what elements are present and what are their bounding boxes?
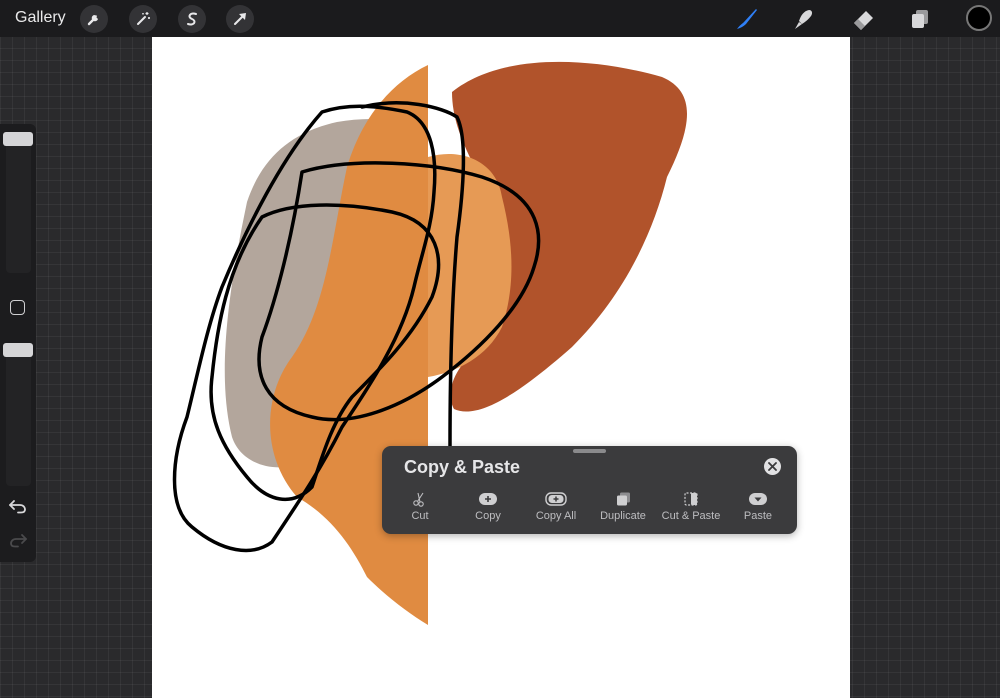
wrench-icon — [87, 15, 98, 26]
artwork — [172, 61, 687, 625]
duplicate-icon — [617, 492, 630, 506]
cut-and-paste-label: Cut & Paste — [661, 510, 721, 522]
smudge-icon — [795, 10, 813, 29]
eraser-tool-button[interactable] — [848, 4, 878, 34]
smudge-tool-button[interactable] — [788, 4, 818, 34]
layers-tool-button[interactable] — [905, 4, 935, 34]
left-sidebar — [0, 124, 36, 562]
plus-square-icon — [545, 492, 567, 506]
paste-down-icon — [749, 493, 767, 505]
adjustments-tool-button[interactable] — [129, 5, 157, 33]
copy-all-label: Copy All — [535, 510, 577, 522]
copy-paste-panel: Copy & Paste Cut Copy Copy All Duplicate… — [382, 446, 797, 534]
arrow-cursor-icon — [234, 13, 246, 25]
brush-size-slider[interactable] — [6, 138, 31, 273]
undo-icon — [9, 500, 26, 514]
modifier-square-button[interactable] — [10, 300, 25, 315]
close-panel-button[interactable] — [764, 458, 781, 475]
undo-button[interactable] — [8, 498, 28, 514]
top-toolbar: Gallery — [0, 0, 1000, 37]
opacity-slider-thumb[interactable] — [3, 343, 33, 357]
copy-all-button[interactable]: Copy All — [521, 490, 591, 530]
drawing-canvas[interactable] — [152, 37, 850, 698]
cut-label: Cut — [411, 510, 429, 522]
scissors-icon — [413, 492, 424, 507]
color-picker-button[interactable] — [966, 5, 992, 31]
paste-label: Paste — [743, 510, 773, 522]
gallery-button[interactable]: Gallery — [15, 9, 66, 27]
panel-title: Copy & Paste — [404, 457, 521, 477]
cut-paste-icon — [684, 492, 698, 506]
copy-button[interactable]: Copy — [453, 490, 523, 530]
plus-pill-icon — [479, 493, 497, 505]
selection-s-icon — [187, 12, 197, 26]
duplicate-button[interactable]: Duplicate — [588, 490, 658, 530]
brush-size-slider-thumb[interactable] — [3, 132, 33, 146]
magic-wand-icon — [137, 12, 150, 25]
brush-tool-button[interactable] — [731, 4, 761, 34]
cut-and-paste-button[interactable]: Cut & Paste — [656, 490, 726, 530]
duplicate-label: Duplicate — [600, 510, 646, 522]
transform-tool-button[interactable] — [226, 5, 254, 33]
copy-label: Copy — [475, 510, 501, 522]
redo-icon — [10, 534, 27, 548]
eraser-icon — [854, 11, 873, 30]
cut-button[interactable]: Cut — [385, 490, 455, 530]
actions-tool-button[interactable] — [80, 5, 108, 33]
layers-icon — [912, 10, 928, 28]
brush-icon — [737, 9, 757, 29]
close-icon — [768, 462, 777, 471]
opacity-slider[interactable] — [6, 346, 31, 486]
redo-button[interactable] — [8, 532, 28, 548]
panel-drag-handle[interactable] — [573, 449, 606, 453]
selection-tool-button[interactable] — [178, 5, 206, 33]
paste-button[interactable]: Paste — [723, 490, 793, 530]
